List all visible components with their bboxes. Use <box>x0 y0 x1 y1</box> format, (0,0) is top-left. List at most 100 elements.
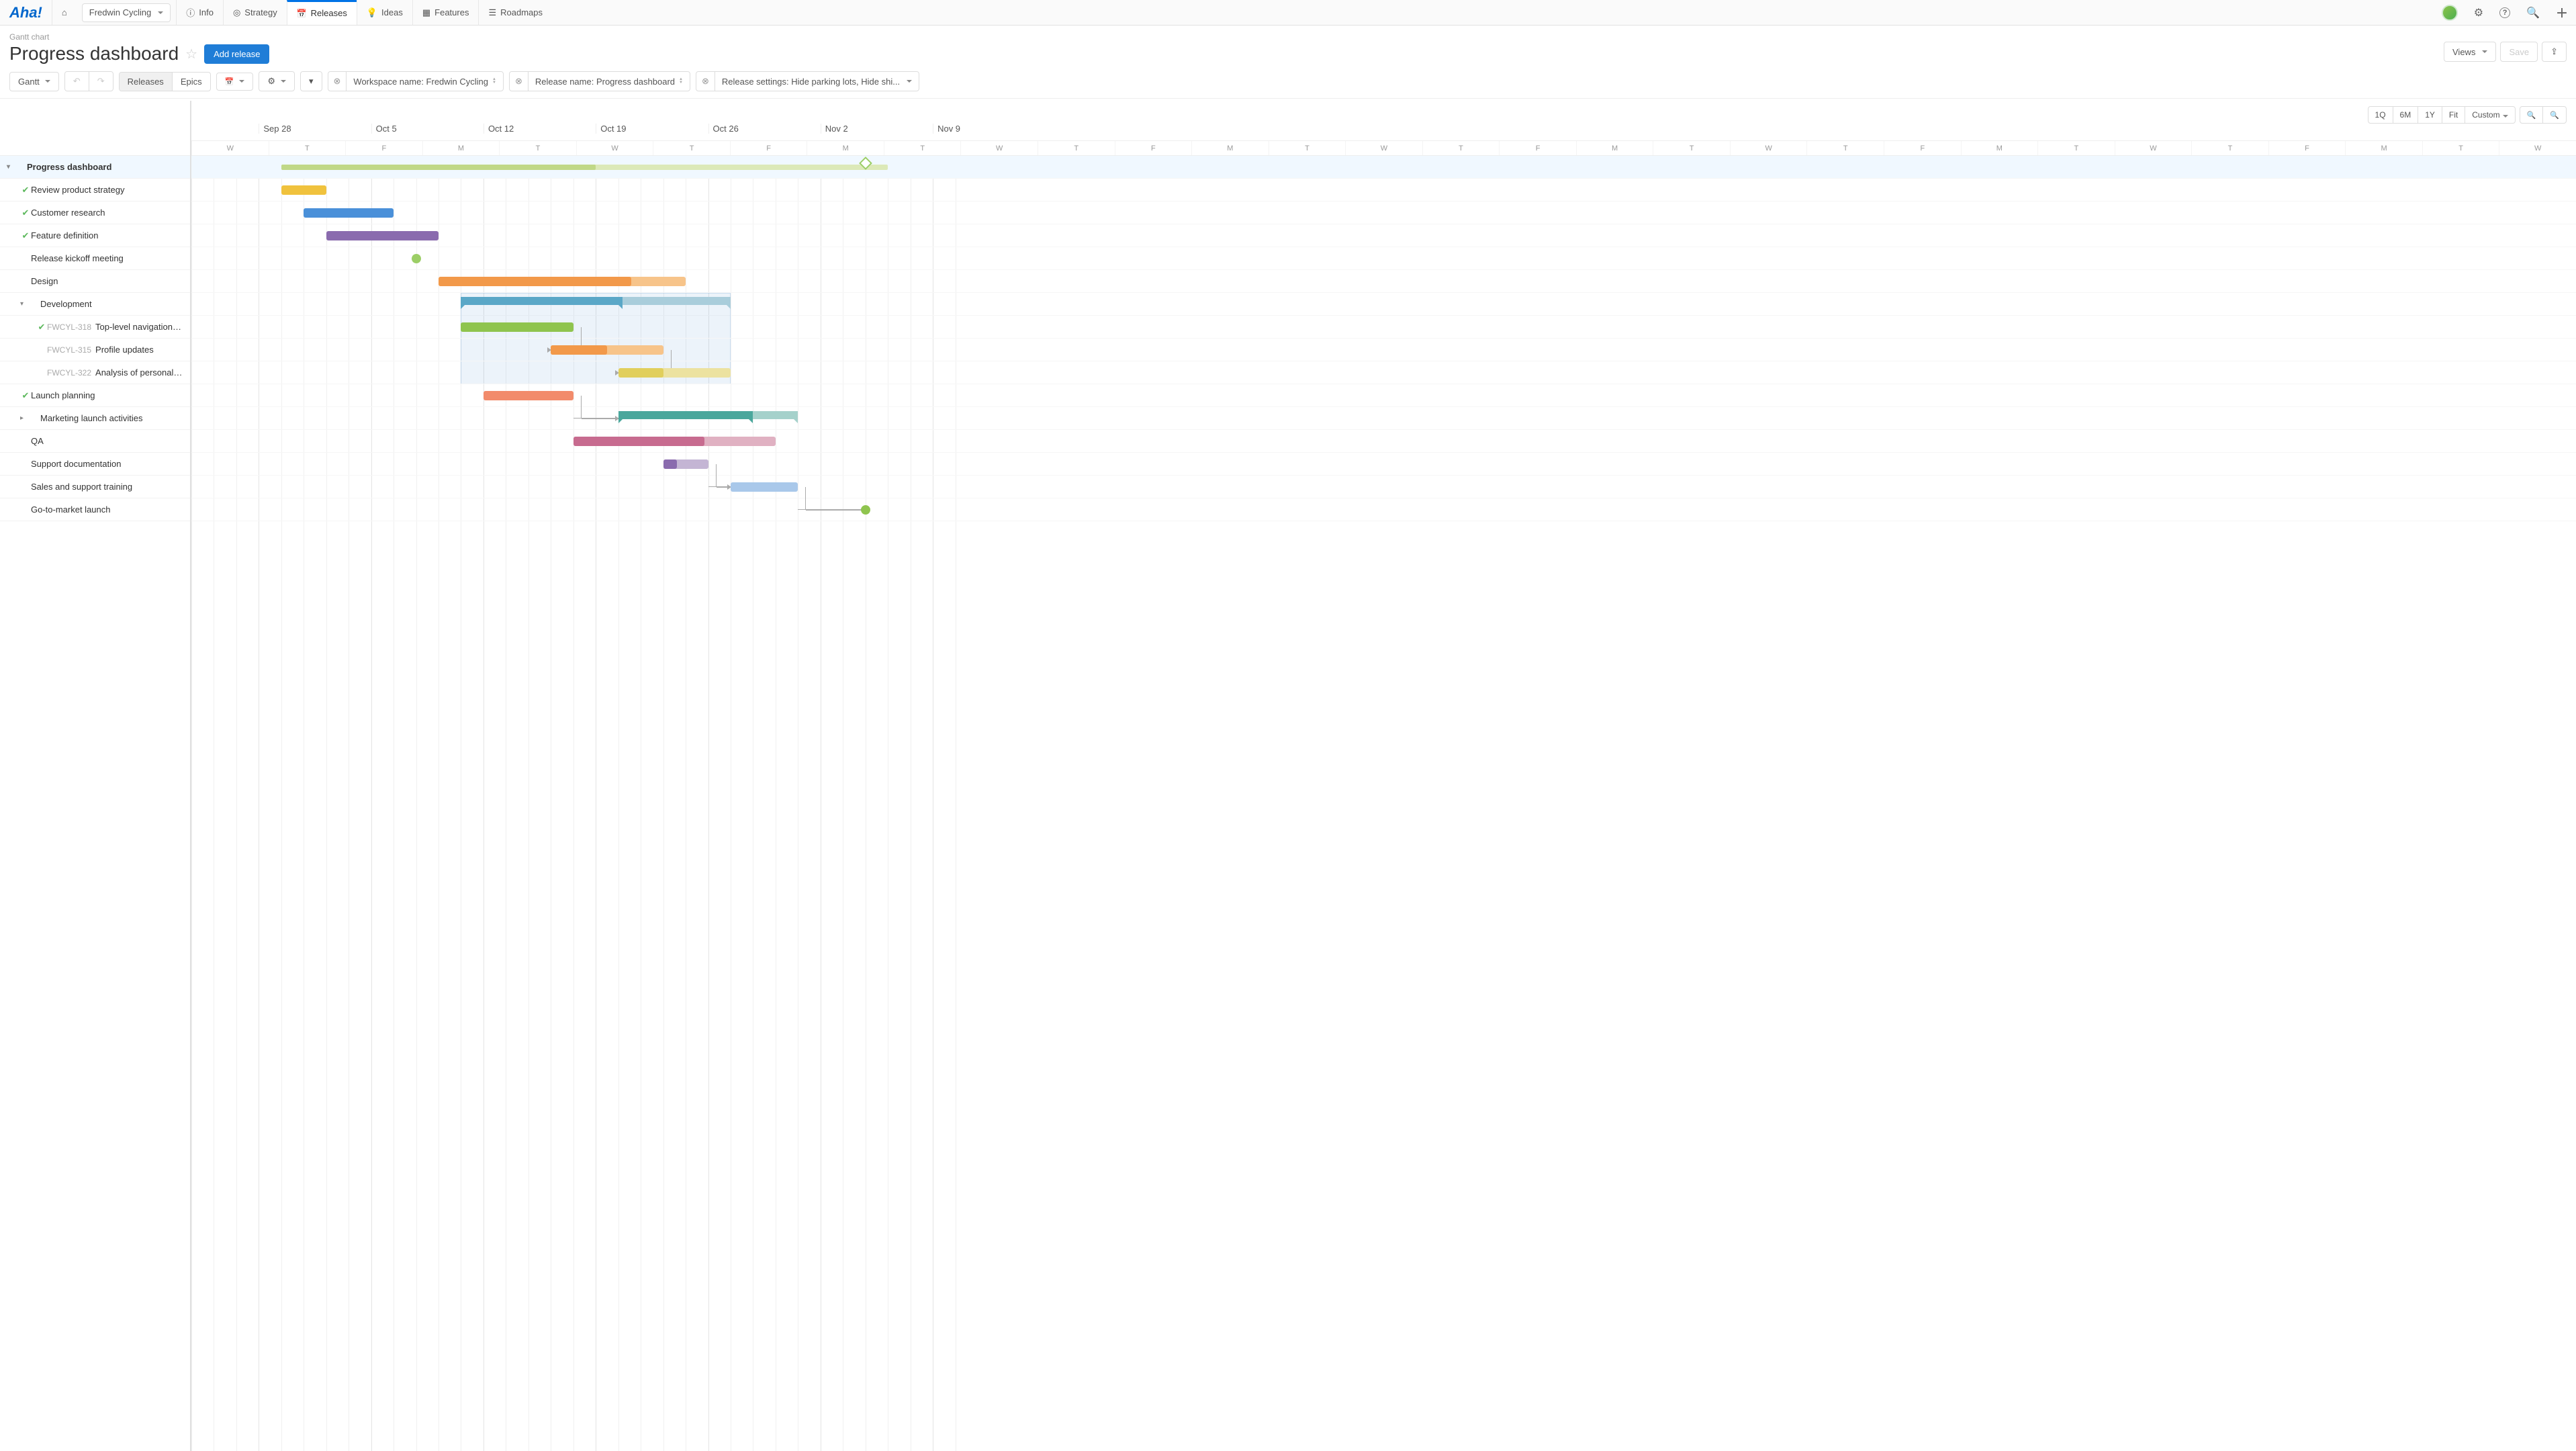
task-row[interactable]: Go-to-market launch <box>0 498 190 521</box>
gantt-row[interactable] <box>191 384 2576 407</box>
gantt-bar[interactable] <box>439 277 631 286</box>
gantt-bar[interactable] <box>573 437 705 446</box>
nav-strategy[interactable]: ◎Strategy <box>223 0 287 25</box>
gantt-bar[interactable] <box>304 208 394 218</box>
task-row[interactable]: ▾Progress dashboard <box>0 156 190 179</box>
gantt-row[interactable] <box>191 498 2576 521</box>
chevron-down-icon <box>45 80 50 83</box>
zoom-1y[interactable]: 1Y <box>2418 107 2442 123</box>
day-label: W <box>2115 141 2192 155</box>
gantt-row[interactable] <box>191 247 2576 270</box>
gantt-bar[interactable] <box>663 459 677 469</box>
nav-info[interactable]: ⓘInfo <box>176 0 223 25</box>
zoom-out[interactable]: 🔍 <box>2520 107 2543 123</box>
gantt-bar[interactable] <box>281 185 326 195</box>
zoom-custom[interactable]: Custom <box>2465 107 2514 123</box>
filter-release[interactable]: ⊗ Release name: Progress dashboard▲▼ <box>509 71 690 91</box>
task-row[interactable]: ✔FWCYL-318Top-level navigation re... <box>0 316 190 339</box>
expand-icon[interactable]: ▾ <box>20 300 30 308</box>
gantt-bar[interactable] <box>326 231 439 240</box>
gantt-chart[interactable]: Sep 28Oct 5Oct 12Oct 19Oct 26Nov 2Nov 9 … <box>191 101 2576 1451</box>
add-release-button[interactable]: Add release <box>204 44 269 64</box>
task-row[interactable]: ▾Development <box>0 293 190 316</box>
task-row[interactable]: ✔Review product strategy <box>0 179 190 202</box>
task-row[interactable]: Support documentation <box>0 453 190 476</box>
gantt-row[interactable] <box>191 476 2576 498</box>
day-label: T <box>1269 141 1346 155</box>
gantt-bar[interactable] <box>618 368 663 378</box>
help-button[interactable]: ? <box>2491 0 2518 25</box>
task-row[interactable]: Sales and support training <box>0 476 190 498</box>
nav-features[interactable]: ▦Features <box>412 0 479 25</box>
gantt-bar[interactable] <box>484 391 573 400</box>
task-row[interactable]: Design <box>0 270 190 293</box>
calendar-icon: 📅 <box>225 77 234 86</box>
page-title: Progress dashboard <box>9 43 179 64</box>
expand-icon[interactable]: ▾ <box>7 163 16 171</box>
gantt-row[interactable] <box>191 453 2576 476</box>
task-row[interactable]: ✔Launch planning <box>0 384 190 407</box>
remove-filter-icon[interactable]: ⊗ <box>328 72 347 91</box>
milestone-dot[interactable] <box>861 505 870 515</box>
gantt-row[interactable] <box>191 179 2576 202</box>
gantt-row[interactable] <box>191 339 2576 361</box>
task-row[interactable]: ▸Marketing launch activities <box>0 407 190 430</box>
nav-releases[interactable]: 📅Releases <box>287 0 357 25</box>
settings-dropdown[interactable]: ⚙ <box>259 72 294 91</box>
gantt-bar[interactable] <box>551 345 607 355</box>
task-row[interactable]: FWCYL-322Analysis of personal race g... <box>0 361 190 384</box>
gantt-row[interactable] <box>191 202 2576 224</box>
filter-workspace[interactable]: ⊗ Workspace name: Fredwin Cycling▲▼ <box>328 71 504 91</box>
zoom-in[interactable]: 🔍 <box>2542 107 2566 123</box>
save-button: Save <box>2500 42 2538 62</box>
add-button[interactable]: ＋ <box>2548 0 2576 25</box>
gantt-row[interactable] <box>191 430 2576 453</box>
remove-filter-icon[interactable]: ⊗ <box>696 72 715 91</box>
status-icon: ✔ <box>20 208 31 218</box>
gantt-bar[interactable] <box>731 482 798 492</box>
undo-button[interactable]: ↶ <box>65 72 89 91</box>
zoom-1q[interactable]: 1Q <box>2368 107 2393 123</box>
settings-button[interactable]: ⚙ <box>2466 0 2491 25</box>
gantt-row[interactable] <box>191 224 2576 247</box>
share-button[interactable]: ⇪ <box>2542 42 2567 62</box>
breadcrumb[interactable]: Gantt chart <box>9 32 2567 42</box>
gantt-row[interactable] <box>191 293 2576 316</box>
views-dropdown[interactable]: Views <box>2444 42 2496 62</box>
tab-releases[interactable]: Releases <box>120 73 172 91</box>
gantt-row[interactable] <box>191 316 2576 339</box>
gantt-row[interactable] <box>191 156 2576 179</box>
day-label: F <box>2268 141 2346 155</box>
tab-epics[interactable]: Epics <box>172 73 210 91</box>
favorite-star-icon[interactable]: ☆ <box>185 46 197 62</box>
task-row[interactable]: ✔Customer research <box>0 202 190 224</box>
zoom-out-icon: 🔍 <box>2527 112 2536 120</box>
zoom-fit[interactable]: Fit <box>2442 107 2465 123</box>
task-row[interactable]: QA <box>0 430 190 453</box>
avatar[interactable] <box>2434 0 2466 25</box>
task-row[interactable]: ✔Feature definition <box>0 224 190 247</box>
task-list-panel: ▾Progress dashboard✔Review product strat… <box>0 101 191 1451</box>
redo-button[interactable]: ↷ <box>89 72 113 91</box>
nav-ideas[interactable]: 💡Ideas <box>357 0 412 25</box>
milestone-dot[interactable] <box>412 254 421 263</box>
gantt-bar[interactable] <box>461 322 573 332</box>
gantt-row[interactable] <box>191 407 2576 430</box>
gantt-row[interactable] <box>191 270 2576 293</box>
gantt-row[interactable] <box>191 361 2576 384</box>
home-button[interactable]: ⌂ <box>52 0 77 25</box>
summary-progress <box>281 165 596 170</box>
remove-filter-icon[interactable]: ⊗ <box>510 72 528 91</box>
search-button[interactable]: 🔍 <box>2518 0 2548 25</box>
day-label: T <box>2191 141 2268 155</box>
gantt-dropdown[interactable]: Gantt <box>10 73 58 91</box>
filter-settings[interactable]: ⊗ Release settings: Hide parking lots, H… <box>696 71 919 91</box>
task-row[interactable]: Release kickoff meeting <box>0 247 190 270</box>
workspace-dropdown[interactable]: Fredwin Cycling <box>82 3 171 22</box>
task-row[interactable]: FWCYL-315Profile updates <box>0 339 190 361</box>
expand-icon[interactable]: ▸ <box>20 414 30 422</box>
filter-button[interactable]: ▾ <box>301 72 322 91</box>
zoom-6m[interactable]: 6M <box>2393 107 2418 123</box>
nav-roadmaps[interactable]: ☰Roadmaps <box>478 0 552 25</box>
date-picker[interactable]: 📅 <box>217 73 253 90</box>
